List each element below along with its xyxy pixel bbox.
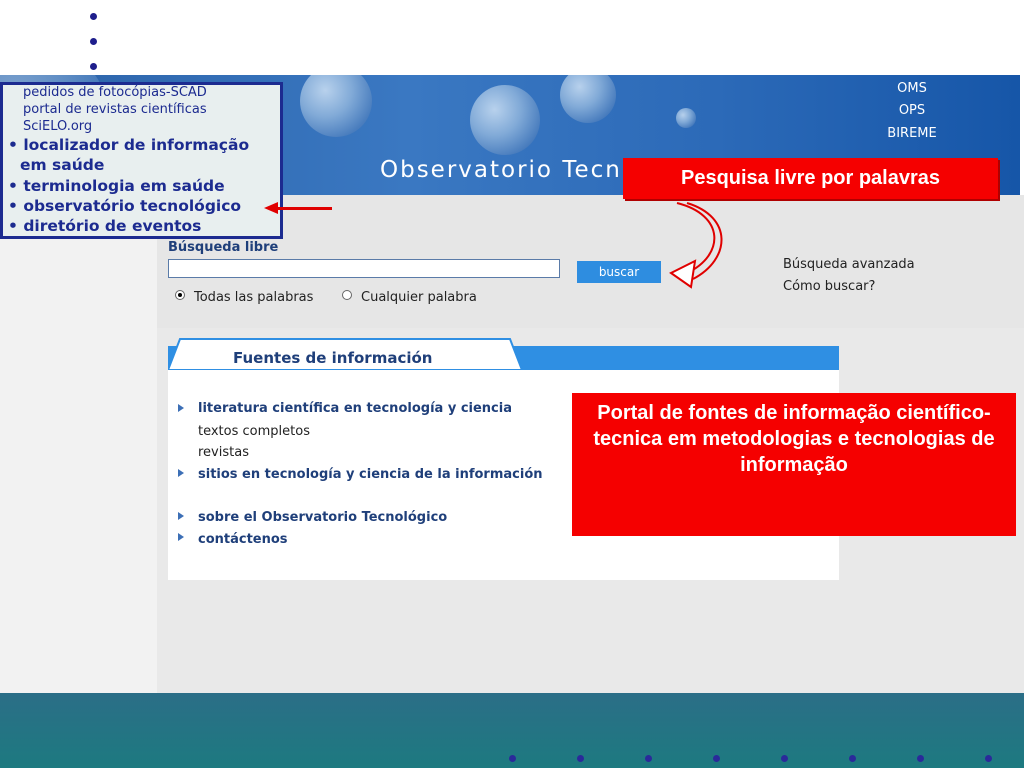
globe-graphic <box>470 85 540 155</box>
menu-item-locator-label-2: em saúde <box>20 156 105 174</box>
menu-item-locator-cont[interactable]: em saúde <box>20 156 104 175</box>
callout-free-search: Pesquisa livre por palavras <box>623 158 998 199</box>
search-input[interactable] <box>168 259 560 278</box>
menu-item-locator[interactable]: • localizador de informação <box>8 136 249 155</box>
arrow-head-icon <box>264 202 278 214</box>
radio-all-words[interactable] <box>175 290 185 300</box>
tab-title: Fuentes de información <box>233 349 433 367</box>
bullet-dot <box>90 38 97 45</box>
globe-graphic <box>676 108 696 128</box>
bullet-arrow-icon <box>178 469 184 477</box>
footer-band <box>0 693 1024 768</box>
link-about-observatory[interactable]: sobre el Observatorio Tecnológico <box>198 510 447 525</box>
curved-arrow-icon <box>669 202 723 289</box>
menu-item-events[interactable]: • diretório de eventos <box>8 217 201 236</box>
bullet-dot <box>90 13 97 20</box>
oms-link[interactable]: OMS <box>870 81 954 96</box>
arrow-left-icon <box>277 207 332 210</box>
bullet-dot <box>985 755 992 762</box>
bullet-dot <box>849 755 856 762</box>
menu-item-journals-portal[interactable]: portal de revistas científicas <box>23 102 207 117</box>
radio-any-word[interactable] <box>342 290 352 300</box>
menu-item-events-label: diretório de eventos <box>23 217 202 235</box>
globe-graphic <box>560 75 616 123</box>
menu-item-observatory-label: observatório tecnológico <box>23 197 242 215</box>
ops-link[interactable]: OPS <box>870 103 954 118</box>
bullet-dot <box>645 755 652 762</box>
bireme-link[interactable]: BIREME <box>870 126 954 141</box>
menu-item-photocopies[interactable]: pedidos de fotocópias-SCAD <box>23 85 207 100</box>
menu-item-observatory[interactable]: • observatório tecnológico <box>8 197 241 216</box>
services-menu-box: pedidos de fotocópias-SCAD portal de rev… <box>0 82 283 239</box>
menu-item-terminology-label: terminologia em saúde <box>23 177 225 195</box>
menu-item-scielo[interactable]: SciELO.org <box>23 119 92 134</box>
left-margin <box>0 195 157 693</box>
bullet-dot <box>509 755 516 762</box>
menu-item-locator-label: localizador de informação <box>23 136 250 154</box>
radio-any-word-label: Cualquier palabra <box>361 290 477 305</box>
radio-all-words-label: Todas las palabras <box>194 290 314 305</box>
link-journals[interactable]: revistas <box>198 445 249 460</box>
advanced-search-link[interactable]: Búsqueda avanzada <box>783 257 915 272</box>
how-to-search-link[interactable]: Cómo buscar? <box>783 279 875 294</box>
callout-sources-portal: Portal de fontes de informação científic… <box>572 393 1016 536</box>
link-contact[interactable]: contáctenos <box>198 532 288 547</box>
globe-graphic <box>300 75 372 137</box>
bullet-dot <box>577 755 584 762</box>
bullet-dot <box>90 63 97 70</box>
bullet-dot <box>917 755 924 762</box>
bullet-dot <box>781 755 788 762</box>
bullet-arrow-icon <box>178 404 184 412</box>
bullet-arrow-icon <box>178 512 184 520</box>
search-button[interactable]: buscar <box>577 261 661 283</box>
bullet-arrow-icon <box>178 533 184 541</box>
link-scientific-literature[interactable]: literatura científica en tecnología y ci… <box>198 401 512 416</box>
menu-item-terminology[interactable]: • terminologia em saúde <box>8 177 225 196</box>
bullet-dot <box>713 755 720 762</box>
search-heading: Búsqueda libre <box>168 240 279 255</box>
link-full-texts[interactable]: textos completos <box>198 424 310 439</box>
link-sites[interactable]: sitios en tecnología y ciencia de la inf… <box>198 467 543 482</box>
